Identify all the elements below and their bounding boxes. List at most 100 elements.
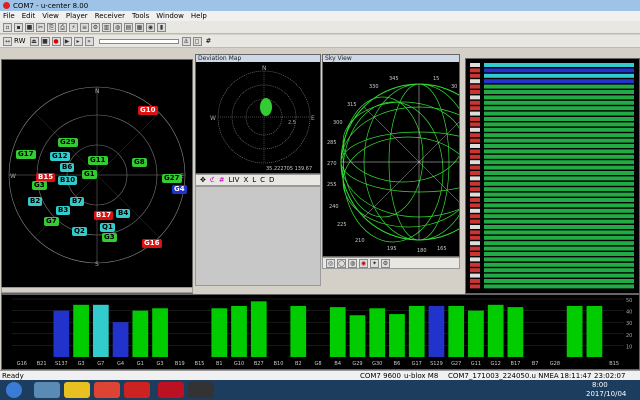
taskbar-chrome-icon[interactable]	[94, 382, 120, 398]
sat-g3-b[interactable]: G3	[102, 233, 117, 242]
sky-tool-config-icon[interactable]: ⚙	[381, 258, 390, 268]
anchor-icon[interactable]: ⚓	[181, 36, 191, 46]
record-icon[interactable]: ●	[51, 36, 61, 46]
sky-label-270: 270	[327, 161, 337, 167]
dev-tool-d[interactable]: D	[269, 176, 274, 184]
flag-icon	[470, 84, 480, 89]
x-tick-label: G10	[234, 361, 244, 367]
sat-g16[interactable]: G16	[142, 239, 162, 248]
sky-tool-color-icon[interactable]: ◉	[359, 258, 368, 268]
sat-g12[interactable]: G12	[50, 152, 70, 161]
sat-b17[interactable]: B17	[94, 211, 114, 220]
playback-slider[interactable]	[98, 38, 179, 44]
signal-bar	[112, 322, 129, 357]
view-icon[interactable]: ◻	[192, 36, 202, 46]
map-icon[interactable]: ▤	[124, 22, 133, 32]
taskbar-folder-icon[interactable]	[64, 382, 90, 398]
flag-icon	[470, 111, 480, 116]
connect-icon[interactable]: ⚡	[69, 22, 78, 32]
player-mode-icon[interactable]: ↔	[3, 36, 12, 46]
status-receiver: u-blox M8	[404, 372, 439, 380]
menu-help[interactable]: Help	[191, 12, 207, 20]
sky-icon[interactable]: ◉	[146, 22, 155, 32]
taskbar-console-icon[interactable]	[188, 382, 214, 398]
sat-b2[interactable]: B2	[28, 197, 43, 206]
sat-b10[interactable]: B10	[58, 176, 78, 185]
signal-bar	[586, 305, 603, 357]
checkbox-label[interactable]: #	[206, 37, 212, 45]
globe-icon[interactable]: ◍	[113, 22, 122, 32]
chart-icon[interactable]: ▥	[102, 22, 111, 32]
signal-icon[interactable]: ▮	[157, 22, 166, 32]
open-file-icon[interactable]: ▪	[14, 22, 23, 32]
sat-g11[interactable]: G11	[88, 156, 108, 165]
baudrate-icon[interactable]: ≡	[80, 22, 89, 32]
flag-icon	[470, 122, 480, 127]
sat-b4[interactable]: B4	[116, 209, 131, 218]
taskbar-ucenter-icon[interactable]	[158, 382, 184, 398]
menu-view[interactable]: View	[42, 12, 59, 20]
x-tick-label: G30	[372, 361, 382, 367]
save-icon[interactable]: ■	[25, 22, 34, 32]
status-time2: 23:02:07	[594, 372, 626, 380]
step-icon[interactable]: ▸	[73, 36, 83, 46]
play-icon[interactable]: ▶	[62, 36, 72, 46]
sat-g7[interactable]: G7	[44, 217, 59, 226]
sat-b7[interactable]: B7	[70, 197, 85, 206]
sat-g8[interactable]: G8	[132, 158, 147, 167]
dev-tool-x[interactable]: X	[243, 176, 248, 184]
dev-east-label: E	[311, 115, 315, 122]
dev-tool-grid-icon[interactable]: #	[219, 176, 225, 184]
eject-icon[interactable]: ⏏	[29, 36, 39, 46]
menu-tools[interactable]: Tools	[132, 12, 149, 20]
sat-q2[interactable]: Q2	[72, 227, 87, 236]
copy-icon[interactable]: ⎘	[47, 22, 56, 32]
menu-receiver[interactable]: Receiver	[95, 12, 125, 20]
deviation-toolbar: ✥ ℭ # LIV X L C D	[195, 174, 321, 186]
flag-icon	[470, 95, 480, 100]
polar-hscroll[interactable]	[1, 287, 193, 293]
flag-icon	[470, 68, 480, 73]
flag-icon	[470, 198, 480, 202]
sat-g3-a[interactable]: G3	[32, 181, 47, 190]
sat-g4[interactable]: G4	[172, 185, 187, 194]
sat-g1[interactable]: G1	[82, 170, 97, 179]
sky-tool-globe-icon[interactable]: ◍	[348, 258, 357, 268]
dev-tool-liv[interactable]: LIV	[229, 176, 240, 184]
stop-icon[interactable]: ■	[40, 36, 50, 46]
sat-g17[interactable]: G17	[16, 150, 36, 159]
new-file-icon[interactable]: ▫	[3, 22, 12, 32]
taskbar-app-icon[interactable]	[124, 382, 150, 398]
settings-icon[interactable]: ⚙	[91, 22, 100, 32]
flag-icon	[470, 273, 480, 278]
print-icon[interactable]: ⎙	[58, 22, 67, 32]
taskbar-explorer-icon[interactable]	[34, 382, 60, 398]
x-tick-label: B4	[334, 361, 341, 367]
start-button[interactable]	[6, 382, 22, 398]
sat-g27[interactable]: G27	[162, 174, 182, 183]
sat-b3[interactable]: B3	[56, 206, 71, 215]
sky-tool-sat-icon[interactable]: ✦	[370, 258, 379, 268]
sky-tool-target-icon[interactable]: ◎	[326, 258, 335, 268]
dev-tool-curve-icon[interactable]: ℭ	[210, 176, 215, 184]
menu-file[interactable]: File	[3, 12, 15, 20]
sat-g10[interactable]: G10	[138, 106, 158, 115]
x-tick-label: G3	[157, 361, 164, 367]
sat-q1[interactable]: Q1	[100, 223, 115, 232]
table-row	[484, 133, 634, 138]
sat-b6[interactable]: B6	[60, 163, 75, 172]
fast-forward-icon[interactable]: »	[84, 36, 94, 46]
menu-window[interactable]: Window	[156, 12, 184, 20]
table-row	[484, 165, 634, 170]
menu-edit[interactable]: Edit	[22, 12, 36, 20]
dev-tool-l[interactable]: L	[252, 176, 256, 184]
dev-tool-move-icon[interactable]: ✥	[200, 176, 206, 184]
dev-coords: 35.222705 139.67	[266, 166, 312, 172]
table-icon[interactable]: ▦	[135, 22, 144, 32]
menu-player[interactable]: Player	[66, 12, 88, 20]
cut-icon[interactable]: ✂	[36, 22, 45, 32]
sat-g29[interactable]: G29	[58, 138, 78, 147]
sky-tool-ring-icon[interactable]: ◯	[337, 258, 346, 268]
dev-tool-c[interactable]: C	[260, 176, 265, 184]
table-row	[484, 154, 634, 159]
